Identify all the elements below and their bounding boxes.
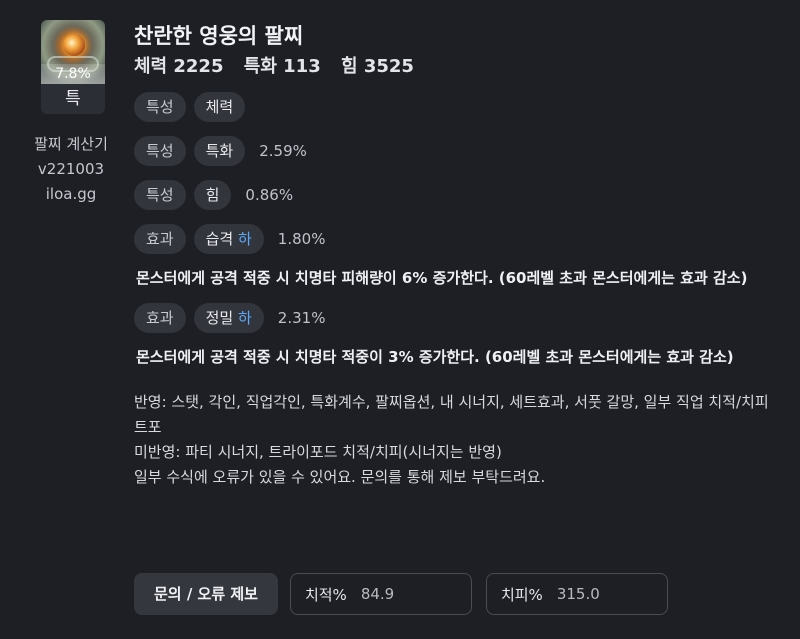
option-percent: 0.86% xyxy=(245,186,294,204)
disclaimer-note: 일부 수식에 오류가 있을 수 있어요. 문의를 통해 제보 부탁드려요. xyxy=(134,468,546,486)
item-card: 7.8% 특 xyxy=(41,20,105,114)
option-type-chip: 특성 xyxy=(134,92,186,122)
option-percent: 2.59% xyxy=(259,142,307,160)
crit-rate-field[interactable]: 치적% xyxy=(289,573,472,615)
calculation-notes: 반영: 스탯, 각인, 직업각인, 특화계수, 팔찌옵션, 내 시너지, 세트효… xyxy=(134,390,774,490)
option-type-chip: 특성 xyxy=(134,180,186,210)
crit-rate-input[interactable] xyxy=(360,585,461,603)
item-details: 찬란한 영웅의 팔찌 체력 2225 특화 113 힘 3525 특성 체력 특… xyxy=(134,20,784,490)
option-type-chip: 효과 xyxy=(134,303,186,333)
option-level: 하 xyxy=(237,309,252,327)
option-description: 몬스터에게 공격 적중 시 치명타 적중이 3% 증가한다. (60레벨 초과 … xyxy=(136,348,734,366)
option-type-chip: 효과 xyxy=(134,224,186,254)
option-row-2: 특성 특화 2.59% xyxy=(134,136,784,166)
option-row-5: 효과 정밀 하 2.31% xyxy=(134,303,784,333)
item-panel: 7.8% 특 팔찌 계산기 v221003 iloa.gg xyxy=(20,20,120,207)
option-level: 하 xyxy=(237,230,252,248)
option-name-chip: 힘 xyxy=(193,180,232,210)
item-name: 찬란한 영웅의 팔찌 xyxy=(134,24,304,48)
option-description: 몬스터에게 공격 적중 시 치명타 피해량이 6% 증가한다. (60레벨 초과… xyxy=(136,269,748,287)
option-percent: 2.31% xyxy=(277,309,326,327)
option-name-chip: 체력 xyxy=(193,92,246,122)
option-type-chip: 특성 xyxy=(134,136,186,166)
stat-vitality: 체력 2225 xyxy=(134,56,224,77)
item-grade: 특 xyxy=(41,84,105,114)
report-button[interactable]: 문의 / 오류 제보 xyxy=(134,573,278,615)
not-applied-note: 미반영: 파티 시너지, 트라이포드 치적/치피(시너지는 반영) xyxy=(134,443,502,461)
option-percent: 1.80% xyxy=(277,230,326,248)
option-name-chip: 습격 하 xyxy=(193,224,264,254)
stat-specialization: 특화 113 xyxy=(243,56,321,77)
item-percent: 7.8% xyxy=(41,64,105,84)
calculator-info: 팔찌 계산기 v221003 iloa.gg xyxy=(34,132,108,207)
crit-damage-input[interactable] xyxy=(556,585,657,603)
option-row-1: 특성 체력 xyxy=(134,92,784,122)
crit-damage-label: 치피% xyxy=(500,585,543,604)
bracelet-icon: 7.8% xyxy=(41,20,105,84)
option-row-3: 특성 힘 0.86% xyxy=(134,180,784,210)
calculator-name: 팔찌 계산기 xyxy=(34,135,108,153)
calculator-version: v221003 xyxy=(37,160,105,178)
item-stats: 체력 2225 특화 113 힘 3525 xyxy=(134,52,784,82)
applied-note: 반영: 스탯, 각인, 직업각인, 특화계수, 팔찌옵션, 내 시너지, 세트효… xyxy=(134,393,769,436)
option-row-4: 효과 습격 하 1.80% xyxy=(134,224,784,254)
crit-rate-label: 치적% xyxy=(304,585,347,604)
stat-strength: 힘 3525 xyxy=(341,56,414,77)
bottom-bar: 문의 / 오류 제보 치적% 치피% xyxy=(134,573,682,615)
crit-damage-field[interactable]: 치피% xyxy=(485,573,668,615)
calculator-site: iloa.gg xyxy=(45,185,97,203)
option-name-chip: 정밀 하 xyxy=(193,303,264,333)
option-name-chip: 특화 xyxy=(193,136,246,166)
